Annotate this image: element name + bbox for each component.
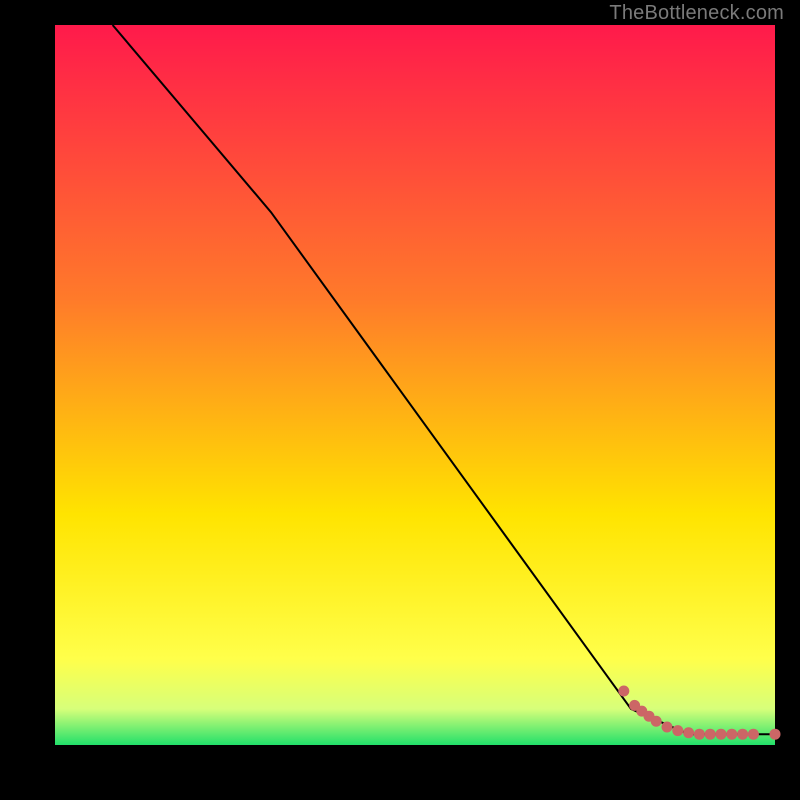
scatter-dot xyxy=(683,727,694,738)
scatter-dot xyxy=(672,725,683,736)
scatter-dot xyxy=(716,729,727,740)
bottleneck-chart xyxy=(0,0,800,800)
attribution-label: TheBottleneck.com xyxy=(609,2,784,25)
scatter-dot xyxy=(618,686,629,697)
scatter-dot xyxy=(705,729,716,740)
chart-container: TheBottleneck.com xyxy=(0,0,800,800)
plot-background xyxy=(55,25,775,745)
scatter-dot xyxy=(726,729,737,740)
scatter-dot xyxy=(662,722,673,733)
scatter-dot xyxy=(748,729,759,740)
scatter-dot xyxy=(694,729,705,740)
scatter-dot xyxy=(770,729,781,740)
scatter-dot xyxy=(737,729,748,740)
scatter-dot xyxy=(651,716,662,727)
